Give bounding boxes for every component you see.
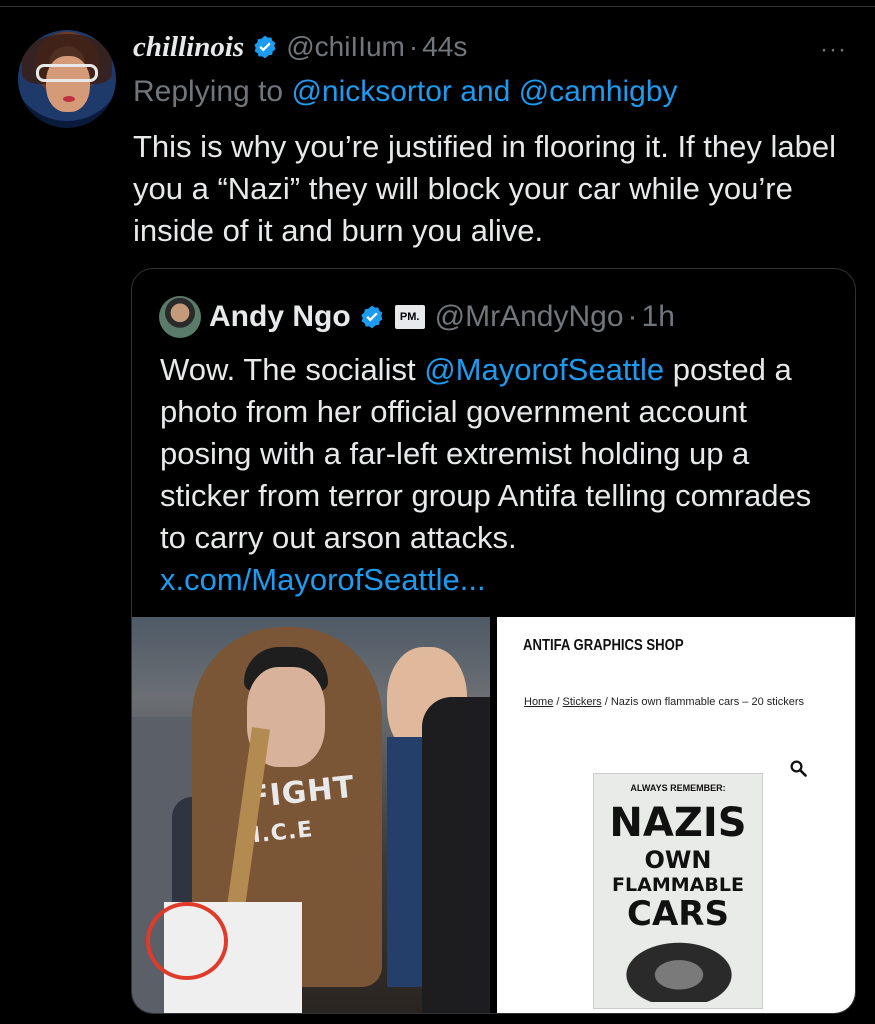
hoodie-text: FIGHT I.C.E (247, 770, 361, 851)
verified-badge-icon (254, 35, 276, 59)
protest-photo[interactable]: FIGHT I.C.E (132, 617, 490, 1013)
separator-dot: · (408, 31, 419, 62)
quoted-display-name[interactable]: Andy Ngo (209, 300, 351, 334)
affiliate-badge[interactable]: PM. (394, 305, 425, 329)
shop-screenshot[interactable]: ANTIFA GRAPHICS SHOP Home / Stickers / N… (497, 617, 855, 1013)
avatar[interactable] (18, 30, 116, 128)
quoted-text-part1: Wow. The socialist (160, 352, 416, 387)
crumb-home[interactable]: Home (524, 696, 553, 708)
highlight-circle (146, 902, 228, 980)
sticker-flammable: FLAMMABLE (612, 874, 744, 896)
sticker-own: OWN (644, 846, 712, 874)
avatar-glasses (36, 64, 98, 82)
hoodie-ice: I.C.E (251, 817, 315, 849)
crumb-sep-2: / (604, 696, 608, 708)
quoted-avatar[interactable] (159, 296, 201, 338)
quoted-handle[interactable]: @MrAndyNgo (435, 300, 624, 334)
quoted-timestamp[interactable]: 1h (642, 300, 675, 334)
person-right (422, 697, 490, 1013)
reply-and[interactable]: and (460, 75, 510, 108)
quoted-tweet[interactable]: Andy Ngo PM. @MrAndyNgo · 1h Wow. The so… (131, 268, 856, 1014)
tweet-header: chillinois @chiIIum · 44s (133, 30, 467, 64)
reply-mention-2[interactable]: @camhigby (519, 75, 678, 108)
quoted-text: Wow. The socialist @MayorofSeattle poste… (160, 349, 830, 601)
display-name[interactable]: chillinois (133, 31, 244, 64)
top-divider (0, 6, 875, 7)
handle[interactable]: @chiIIum (286, 31, 405, 63)
more-options-icon[interactable]: ··· (820, 36, 847, 64)
avatar-lips (63, 96, 75, 102)
sticker-top-text: ALWAYS REMEMBER: (630, 783, 726, 793)
replying-prefix: Replying to (133, 75, 284, 108)
tweet-text: This is why you’re justified in flooring… (133, 129, 836, 248)
quoted-verified-badge-icon (361, 305, 383, 329)
timestamp[interactable]: 44s (422, 31, 467, 63)
quoted-mention[interactable]: @MayorofSeattle (424, 352, 664, 387)
quoted-link[interactable]: x.com/MayorofSeattle... (160, 562, 486, 597)
replying-to: Replying to @nicksortor and @camhigby (133, 75, 678, 109)
breadcrumb: Home / Stickers / Nazis own flammable ca… (524, 696, 804, 708)
search-icon[interactable] (789, 759, 807, 777)
crumb-sep-1: / (556, 696, 560, 708)
sticker-nazis: NAZIS (609, 800, 747, 846)
reply-mention-1[interactable]: @nicksortor (291, 75, 452, 108)
sticker-image[interactable]: ALWAYS REMEMBER: NAZIS OWN FLAMMABLE CAR… (593, 773, 763, 1009)
crumb-current: Nazis own flammable cars – 20 stickers (610, 696, 805, 708)
sticker-cars: CARS (627, 894, 729, 934)
quoted-separator: · (627, 300, 638, 333)
crumb-stickers[interactable]: Stickers (563, 696, 602, 708)
burning-car-graphic (612, 934, 746, 1002)
quoted-header: Andy Ngo PM. @MrAndyNgo · 1h (209, 297, 675, 337)
shop-title: ANTIFA GRAPHICS SHOP (523, 637, 684, 654)
